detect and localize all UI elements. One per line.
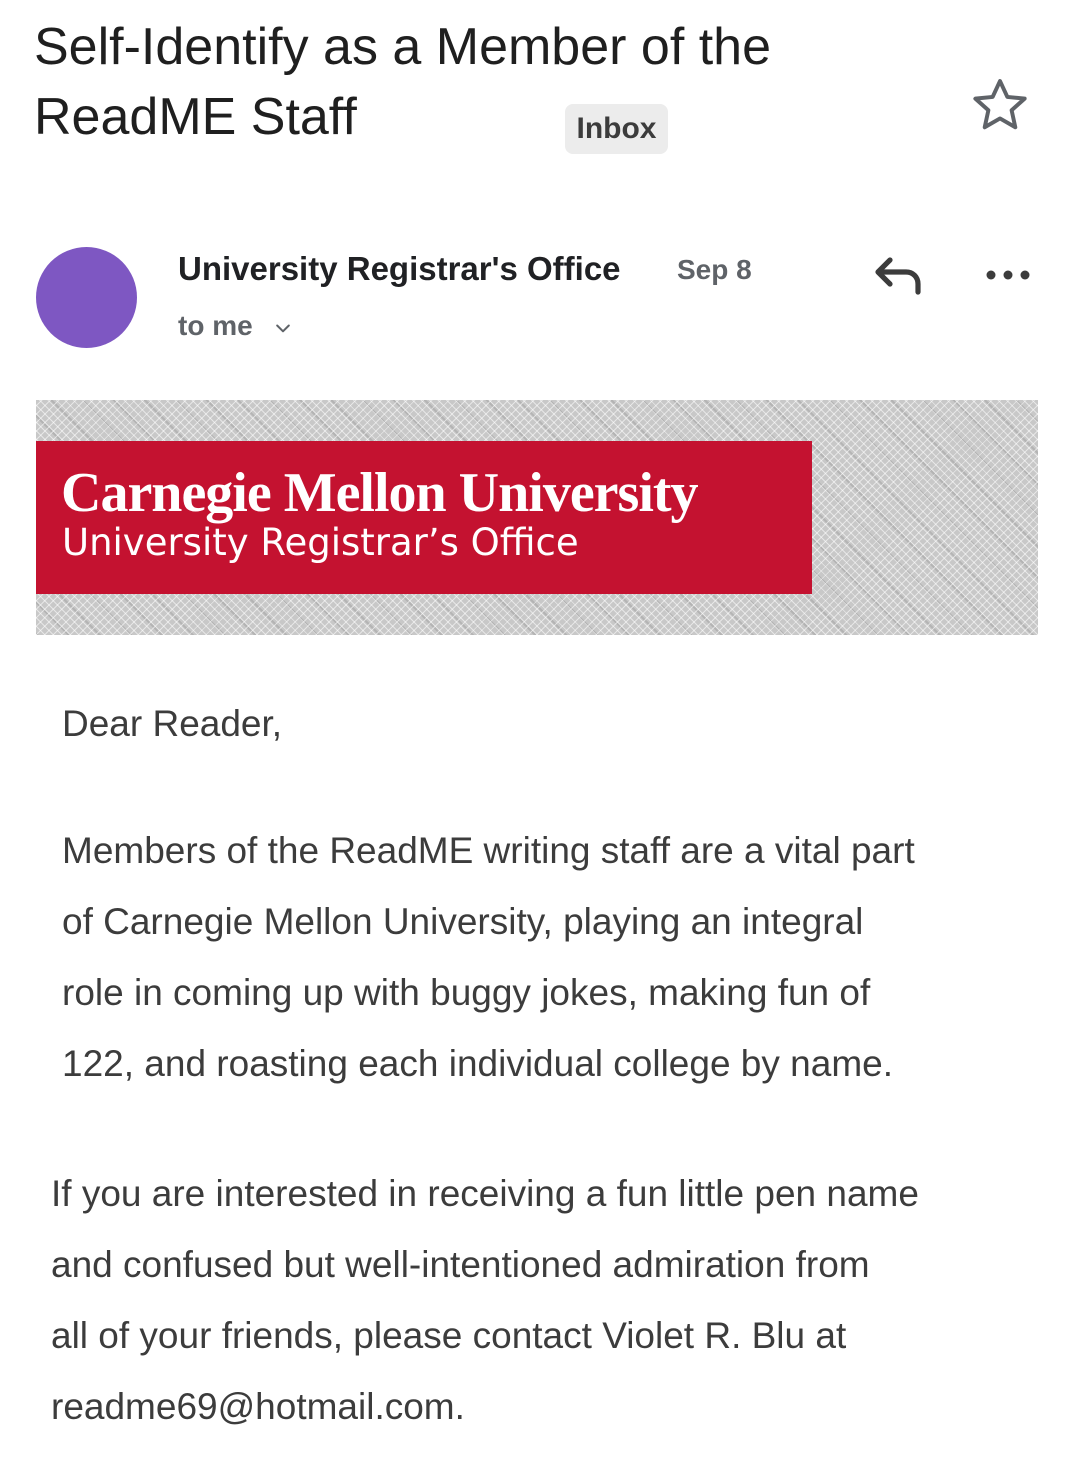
- paragraph-line: of Carnegie Mellon University, playing a…: [62, 901, 864, 942]
- avatar[interactable]: [36, 247, 137, 348]
- cmu-registrar-banner: Carnegie Mellon University University Re…: [36, 400, 1038, 635]
- body-paragraph-1: Members of the ReadME writing staff are …: [62, 815, 992, 1099]
- sent-date: Sep 8: [677, 254, 752, 285]
- banner-red-block: Carnegie Mellon University University Re…: [36, 441, 812, 594]
- star-outline-icon[interactable]: [966, 72, 1034, 140]
- paragraph-line: and confused but well-intentioned admira…: [51, 1244, 870, 1285]
- paragraph-line: Members of the ReadME writing staff are …: [62, 830, 915, 871]
- paragraph-line: If you are interested in receiving a fun…: [51, 1173, 919, 1214]
- email-subject: Self-Identify as a Member of the ReadME …: [34, 12, 934, 152]
- subject-line-2: ReadME Staff: [34, 88, 357, 146]
- body-paragraph-2: If you are interested in receiving a fun…: [51, 1158, 991, 1442]
- paragraph-line: all of your friends, please contact Viol…: [51, 1315, 847, 1356]
- paragraph-line: 122, and roasting each individual colleg…: [62, 1043, 894, 1084]
- subject-line-1: Self-Identify as a Member of the: [34, 18, 772, 76]
- sender-name[interactable]: University Registrar's Office: [178, 248, 621, 290]
- banner-title: Carnegie Mellon University: [61, 462, 699, 524]
- recipient-label: to me: [178, 310, 253, 341]
- inbox-label-chip[interactable]: Inbox: [565, 104, 668, 154]
- greeting: Dear Reader,: [62, 703, 283, 744]
- more-horizontal-icon[interactable]: [983, 260, 1033, 290]
- chevron-down-icon: [275, 324, 290, 332]
- banner-subtitle: University Registrar’s Office: [62, 521, 579, 564]
- email-address-text: readme69@hotmail.com.: [51, 1386, 465, 1427]
- paragraph-line: role in coming up with buggy jokes, maki…: [62, 972, 871, 1013]
- recipient-details-toggle[interactable]: to me: [178, 308, 293, 344]
- reply-icon[interactable]: [870, 250, 926, 302]
